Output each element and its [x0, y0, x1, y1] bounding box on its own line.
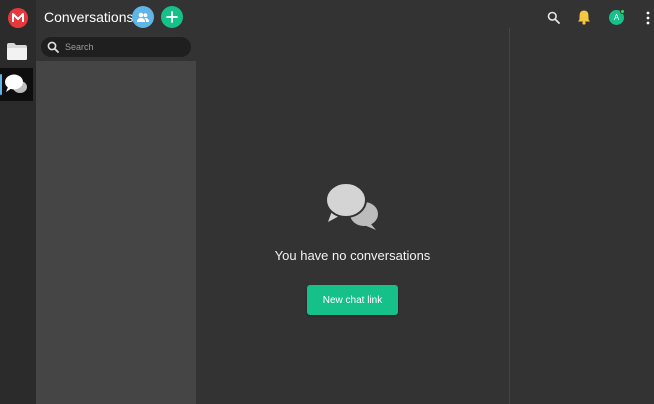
rail-item-chats[interactable]	[0, 68, 33, 101]
new-chat-plus-button[interactable]	[161, 6, 183, 28]
new-group-chat-button[interactable]	[132, 6, 154, 28]
search-box[interactable]	[41, 37, 191, 57]
top-search-icon[interactable]	[547, 11, 560, 24]
folder-icon	[7, 43, 27, 60]
search-input[interactable]	[65, 39, 185, 55]
conversations-panel: Conversations	[36, 0, 196, 404]
chat-bubbles-icon	[5, 74, 27, 93]
new-chat-link-button[interactable]: New chat link	[307, 285, 398, 315]
empty-state-text: You have no conversations	[274, 248, 431, 263]
conversations-header: Conversations	[36, 0, 196, 35]
online-status-dot	[620, 9, 625, 14]
more-menu-icon[interactable]	[645, 10, 651, 26]
avatar-letter: A	[613, 13, 620, 22]
main-content: You have no conversations New chat link	[196, 0, 509, 404]
rail-item-files[interactable]	[5, 40, 29, 62]
page-title: Conversations	[44, 9, 134, 25]
logo-m-icon	[12, 13, 24, 22]
avatar[interactable]: A	[609, 9, 625, 25]
active-indicator	[0, 74, 2, 95]
left-rail	[0, 0, 36, 404]
group-icon	[137, 12, 149, 22]
notifications-bell-icon[interactable]	[577, 9, 591, 25]
search-area	[36, 35, 196, 61]
search-icon	[47, 41, 59, 53]
app-window: Conversations Search You have no convers…	[0, 0, 654, 404]
empty-conversations-icon	[325, 182, 378, 230]
plus-icon	[166, 11, 178, 23]
right-pane	[510, 0, 654, 404]
app-logo[interactable]	[8, 8, 28, 28]
